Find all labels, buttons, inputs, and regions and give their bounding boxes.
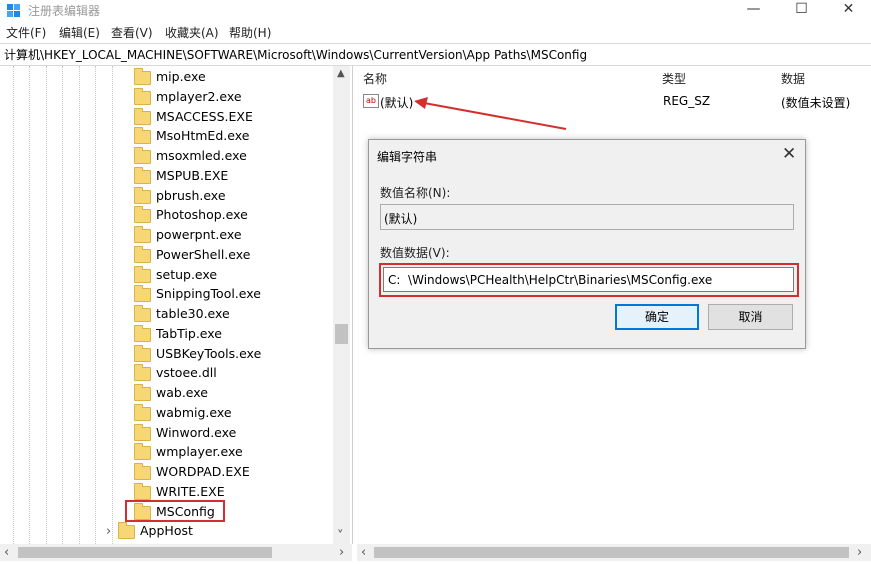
tree-item-label: MsoHtmEd.exe: [156, 128, 250, 144]
value-name-field: [380, 204, 794, 230]
maximize-button[interactable]: ☐: [779, 0, 824, 20]
tree-horizontal-scroll-thumb[interactable]: [18, 547, 272, 558]
folder-icon: [134, 107, 151, 125]
folder-icon: [134, 364, 151, 382]
folder-icon: [134, 384, 151, 401]
tree-vertical-scroll-thumb[interactable]: [335, 324, 348, 344]
folder-icon: [134, 265, 151, 283]
ok-button[interactable]: 确定: [615, 304, 699, 330]
folder-icon: [134, 186, 151, 204]
folder-icon: [134, 68, 151, 85]
menu-edit[interactable]: 编辑(E): [59, 24, 100, 41]
tree-item-label: wmplayer.exe: [156, 444, 243, 460]
string-value-icon: ab: [363, 94, 379, 108]
menu-file[interactable]: 文件(F): [6, 24, 46, 41]
scroll-up-arrow-icon[interactable]: ▲: [337, 68, 345, 79]
tree-vertical-scrollbar[interactable]: [333, 66, 350, 544]
folder-icon: [134, 482, 151, 500]
tree-item-label: PowerShell.exe: [156, 246, 251, 262]
scroll-down-arrow-icon[interactable]: ˅: [337, 529, 344, 544]
value-type-cell: REG_SZ: [663, 94, 711, 108]
tree-item-label: AppHost: [140, 523, 193, 538]
tree-guide-line: [62, 66, 63, 544]
window-title: 注册表编辑器: [28, 4, 101, 18]
tree-guide-line: [95, 66, 96, 544]
folder-icon: [134, 443, 151, 461]
msconfig-highlight-annotation: [125, 500, 225, 522]
tree-guide-line: [46, 66, 47, 544]
tree-item-label: Winword.exe: [156, 424, 237, 440]
value-name-cell[interactable]: (默认): [380, 94, 413, 111]
column-header-data[interactable]: 数据: [781, 70, 805, 87]
folder-icon: [134, 403, 151, 421]
tree-item-label: wabmig.exe: [156, 404, 232, 420]
tree-guide-line: [112, 66, 113, 544]
tree-item-label: vstoee.dll: [156, 365, 217, 381]
value-data-label: 数值数据(V):: [380, 246, 450, 260]
folder-icon: [134, 206, 151, 224]
expand-chevron-icon[interactable]: ›: [106, 524, 111, 539]
column-header-name[interactable]: 名称: [363, 70, 387, 87]
tree-item-label: MSPUB.EXE: [156, 167, 229, 183]
dialog-close-icon[interactable]: ✕: [782, 144, 796, 164]
folder-icon: [134, 147, 151, 164]
value-data-input[interactable]: [383, 267, 794, 292]
folder-icon: [134, 305, 151, 322]
folder-icon: [134, 87, 151, 105]
folder-icon: [134, 344, 151, 362]
tree-item-label: mip.exe: [156, 69, 206, 84]
tree-item-label: table30.exe: [156, 306, 230, 321]
scroll-left-arrow-icon[interactable]: ‹: [361, 545, 366, 560]
address-path[interactable]: 计算机\HKEY_LOCAL_MACHINE\SOFTWARE\Microsof…: [4, 46, 587, 63]
tree-item-label: mplayer2.exe: [156, 88, 242, 104]
tree-item-label: powerpnt.exe: [156, 227, 242, 242]
folder-icon: [118, 522, 135, 539]
dialog-title: 编辑字符串: [377, 150, 438, 164]
value-name-text: (默认): [384, 212, 418, 226]
value-data-cell: (数值未设置): [781, 96, 851, 110]
scroll-right-arrow-icon[interactable]: ›: [857, 545, 862, 560]
folder-icon: [134, 423, 151, 441]
folder-icon: [134, 226, 151, 243]
list-horizontal-scroll-thumb[interactable]: [374, 547, 849, 558]
regedit-app-icon: [7, 4, 20, 17]
tree-item-label: wab.exe: [156, 385, 208, 400]
annotation-arrow-icon: [414, 97, 567, 130]
value-name-label: 数值名称(N):: [380, 186, 451, 200]
scroll-left-arrow-icon[interactable]: ‹: [4, 545, 9, 560]
scroll-right-arrow-icon[interactable]: ›: [339, 545, 344, 560]
tree-guide-line: [29, 66, 30, 544]
tree-item-label: WORDPAD.EXE: [156, 464, 250, 479]
tree-item-label: USBKeyTools.exe: [156, 345, 262, 361]
tree-guide-line: [79, 66, 80, 544]
tree-guide-line: [13, 66, 14, 544]
tree-item-label: TabTip.exe: [156, 325, 222, 341]
tree-item-label: setup.exe: [156, 266, 218, 282]
close-window-button[interactable]: ✕: [826, 0, 871, 20]
folder-icon: [134, 324, 151, 342]
menu-favorites[interactable]: 收藏夹(A): [165, 24, 219, 41]
tree-item-label: msoxmled.exe: [156, 148, 247, 163]
tree-item-label: WRITE.EXE: [156, 483, 225, 499]
folder-icon: [134, 463, 151, 480]
folder-icon: [134, 285, 151, 303]
tree-item-label: Photoshop.exe: [156, 207, 248, 223]
menu-help[interactable]: 帮助(H): [229, 24, 271, 41]
folder-icon: [134, 245, 151, 263]
minimize-button[interactable]: —: [731, 0, 776, 20]
cancel-button[interactable]: 取消: [708, 304, 793, 330]
folder-icon: [134, 166, 151, 184]
tree-item-label: SnippingTool.exe: [156, 286, 261, 302]
tree-item-label: pbrush.exe: [156, 187, 226, 203]
menu-view[interactable]: 查看(V): [111, 24, 153, 41]
folder-icon: [134, 127, 151, 145]
tree-item-label: MSACCESS.EXE: [156, 108, 253, 124]
column-header-type[interactable]: 类型: [662, 70, 686, 87]
